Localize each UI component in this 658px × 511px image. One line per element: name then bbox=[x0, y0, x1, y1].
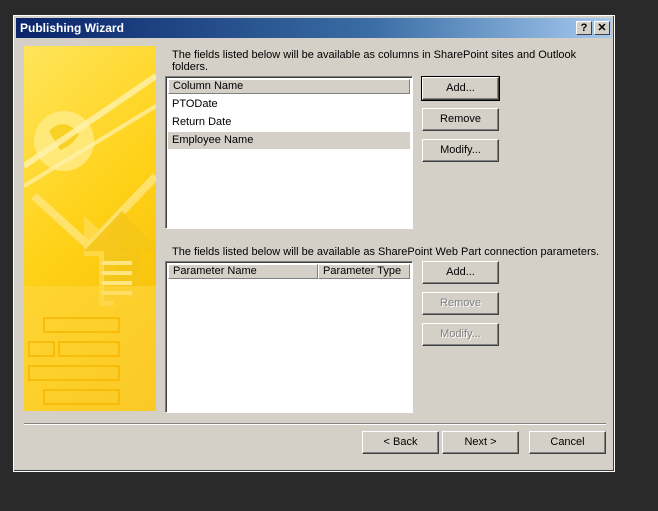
cancel-button[interactable]: Cancel bbox=[529, 431, 606, 454]
add-column-button[interactable]: Add... bbox=[421, 76, 500, 101]
help-icon: ? bbox=[580, 22, 588, 34]
wizard-banner-image bbox=[24, 46, 156, 411]
title-bar: Publishing Wizard ? ✕ bbox=[16, 18, 612, 38]
add-parameter-button[interactable]: Add... bbox=[422, 261, 499, 284]
banner-illustration bbox=[24, 73, 156, 411]
close-icon: ✕ bbox=[597, 22, 607, 34]
help-button[interactable]: ? bbox=[576, 21, 592, 35]
window-title: Publishing Wizard bbox=[20, 21, 124, 35]
columns-list[interactable]: Column Name PTODate Return Date Employee… bbox=[165, 76, 413, 229]
back-button[interactable]: < Back bbox=[362, 431, 439, 454]
remove-column-button[interactable]: Remove bbox=[422, 108, 499, 131]
list-item-selected[interactable]: Employee Name bbox=[168, 132, 410, 149]
footer-separator bbox=[24, 423, 606, 425]
parameters-list[interactable]: Parameter Name Parameter Type bbox=[165, 261, 413, 413]
column-name-header[interactable]: Column Name bbox=[168, 79, 410, 94]
modify-parameter-button: Modify... bbox=[422, 323, 499, 346]
parameters-description: The fields listed below will be availabl… bbox=[172, 246, 600, 258]
remove-parameter-button: Remove bbox=[422, 292, 499, 315]
parameter-name-header[interactable]: Parameter Name bbox=[168, 264, 318, 279]
columns-description: The fields listed below will be availabl… bbox=[172, 49, 577, 73]
parameter-type-header[interactable]: Parameter Type bbox=[318, 264, 410, 279]
list-item[interactable]: Return Date bbox=[168, 114, 410, 131]
list-item[interactable]: PTODate bbox=[168, 96, 410, 113]
publishing-wizard-dialog: Publishing Wizard ? ✕ The fields listed … bbox=[13, 15, 615, 472]
next-button[interactable]: Next > bbox=[442, 431, 519, 454]
close-button[interactable]: ✕ bbox=[594, 21, 610, 35]
modify-column-button[interactable]: Modify... bbox=[422, 139, 499, 162]
